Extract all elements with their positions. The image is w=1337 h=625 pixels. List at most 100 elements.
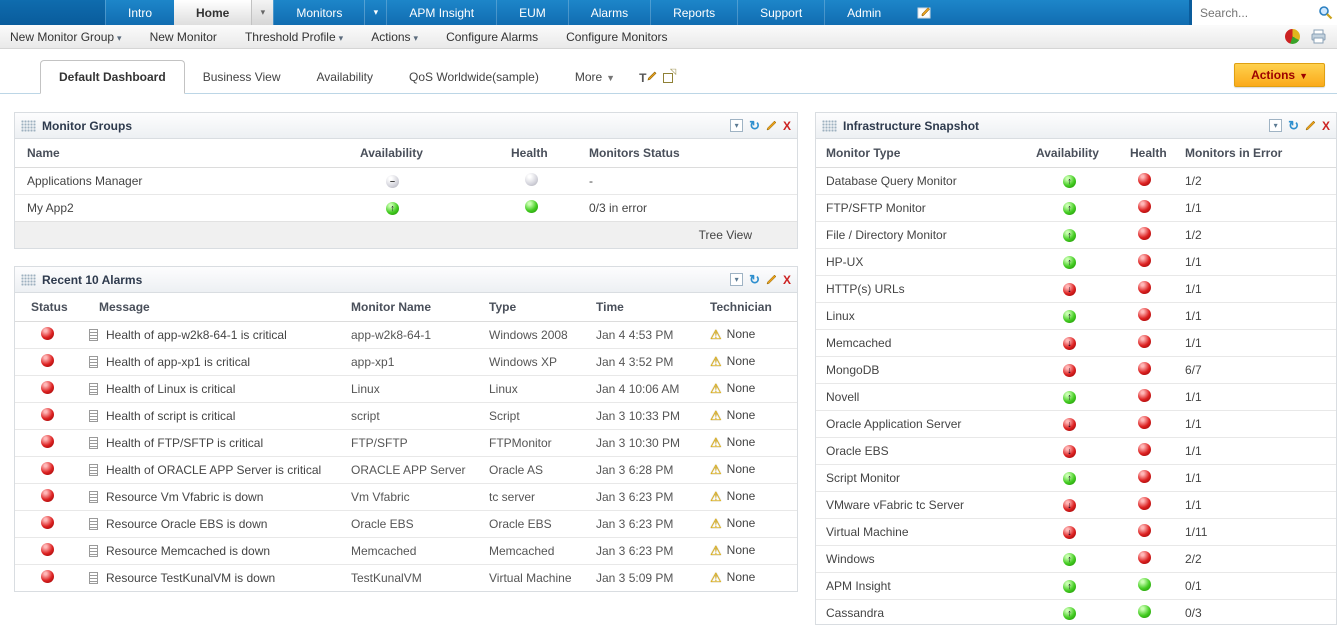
alarm-monitor-name[interactable]: Linux xyxy=(347,375,485,402)
alarm-message-link[interactable]: Health of FTP/SFTP is critical xyxy=(106,436,263,450)
refresh-icon[interactable]: ↻ xyxy=(749,273,760,286)
alarm-row[interactable]: Resource TestKunalVM is downTestKunalVMV… xyxy=(15,564,797,591)
nav-item-eum[interactable]: EUM xyxy=(496,0,568,25)
printer-icon[interactable] xyxy=(1310,29,1327,44)
alarm-monitor-name[interactable]: TestKunalVM xyxy=(347,564,485,591)
nav-item-alarms[interactable]: Alarms xyxy=(568,0,650,25)
nav-item-home[interactable]: Home xyxy=(174,0,251,25)
alarm-message-link[interactable]: Resource TestKunalVM is down xyxy=(106,571,275,585)
monitors-in-error-cell[interactable]: 1/1 xyxy=(1181,248,1336,275)
infrastructure-row[interactable]: Oracle EBS↓1/1 xyxy=(816,437,1336,464)
alarm-monitor-name[interactable]: script xyxy=(347,402,485,429)
popout-dashboard-icon[interactable] xyxy=(663,73,673,83)
nav-item-apm-insight[interactable]: APM Insight xyxy=(386,0,496,25)
technician-value[interactable]: None xyxy=(727,327,756,341)
alarm-message-link[interactable]: Resource Oracle EBS is down xyxy=(106,517,267,531)
tab-availability[interactable]: Availability xyxy=(299,62,391,92)
alarm-row[interactable]: Health of app-w2k8-64-1 is criticalapp-w… xyxy=(15,321,797,348)
alarm-monitor-name[interactable]: Memcached xyxy=(347,537,485,564)
monitor-type-name[interactable]: Oracle EBS xyxy=(816,437,1026,464)
close-icon[interactable]: X xyxy=(783,119,791,133)
nav-item-support[interactable]: Support xyxy=(737,0,824,25)
alarm-row[interactable]: Health of app-xp1 is criticalapp-xp1Wind… xyxy=(15,348,797,375)
collapse-icon[interactable]: ▾ xyxy=(1269,119,1282,132)
edit-icon[interactable] xyxy=(766,120,777,131)
monitor-group-name[interactable]: Applications Manager xyxy=(15,167,346,194)
nav-item-intro[interactable]: Intro xyxy=(105,0,174,25)
edit-dashboard-icon[interactable]: T xyxy=(639,71,655,84)
monitor-type-name[interactable]: Script Monitor xyxy=(816,464,1026,491)
infrastructure-row[interactable]: Memcached↓1/1 xyxy=(816,329,1336,356)
nav-item-admin[interactable]: Admin xyxy=(824,0,903,25)
document-icon[interactable] xyxy=(89,329,98,341)
edit-icon[interactable] xyxy=(766,274,777,285)
infrastructure-row[interactable]: File / Directory Monitor↑1/2 xyxy=(816,221,1336,248)
technician-value[interactable]: None xyxy=(727,462,756,476)
search-icon[interactable] xyxy=(1318,5,1333,20)
alarm-message-link[interactable]: Health of script is critical xyxy=(106,409,235,423)
alarm-message-link[interactable]: Health of app-xp1 is critical xyxy=(106,355,250,369)
tree-view-link[interactable]: Tree View xyxy=(699,228,752,242)
document-icon[interactable] xyxy=(89,383,98,395)
document-icon[interactable] xyxy=(89,491,98,503)
technician-value[interactable]: None xyxy=(727,570,756,584)
monitor-group-row[interactable]: Applications Manager–- xyxy=(15,167,797,194)
monitors-in-error-cell[interactable]: 1/2 xyxy=(1181,221,1336,248)
monitors-in-error-cell[interactable]: 1/1 xyxy=(1181,275,1336,302)
monitors-in-error-cell[interactable]: 0/3 xyxy=(1181,599,1336,625)
drag-handle-icon[interactable] xyxy=(21,120,36,132)
alarm-monitor-name[interactable]: Vm Vfabric xyxy=(347,483,485,510)
nav-dropdown-monitors[interactable]: ▾ xyxy=(364,0,386,25)
actions-button[interactable]: Actions▼ xyxy=(1234,63,1325,87)
alarm-monitor-name[interactable]: app-w2k8-64-1 xyxy=(347,321,485,348)
toolbar-item-configure-monitors[interactable]: Configure Monitors xyxy=(566,30,667,44)
monitor-type-name[interactable]: MongoDB xyxy=(816,356,1026,383)
monitor-type-name[interactable]: Oracle Application Server xyxy=(816,410,1026,437)
drag-handle-icon[interactable] xyxy=(21,274,36,286)
alarm-monitor-name[interactable]: FTP/SFTP xyxy=(347,429,485,456)
monitor-type-name[interactable]: HTTP(s) URLs xyxy=(816,275,1026,302)
monitor-type-name[interactable]: VMware vFabric tc Server xyxy=(816,491,1026,518)
monitor-type-name[interactable]: File / Directory Monitor xyxy=(816,221,1026,248)
monitor-type-name[interactable]: Linux xyxy=(816,302,1026,329)
collapse-icon[interactable]: ▾ xyxy=(730,119,743,132)
document-icon[interactable] xyxy=(89,464,98,476)
monitor-type-name[interactable]: Novell xyxy=(816,383,1026,410)
toolbar-item-configure-alarms[interactable]: Configure Alarms xyxy=(446,30,538,44)
monitor-type-name[interactable]: Windows xyxy=(816,545,1026,572)
alarm-row[interactable]: Resource Vm Vfabric is downVm Vfabrictc … xyxy=(15,483,797,510)
technician-value[interactable]: None xyxy=(727,408,756,422)
compose-icon[interactable] xyxy=(903,0,946,25)
infrastructure-row[interactable]: Cassandra↑0/3 xyxy=(816,599,1336,625)
document-icon[interactable] xyxy=(89,572,98,584)
nav-item-reports[interactable]: Reports xyxy=(650,0,737,25)
technician-value[interactable]: None xyxy=(727,381,756,395)
monitors-in-error-cell[interactable]: 1/1 xyxy=(1181,464,1336,491)
alarm-message-link[interactable]: Health of ORACLE APP Server is critical xyxy=(106,463,321,477)
monitor-type-name[interactable]: Database Query Monitor xyxy=(816,167,1026,194)
tab-more[interactable]: More▼ xyxy=(557,62,633,92)
toolbar-item-threshold-profile[interactable]: Threshold Profile▾ xyxy=(245,30,343,44)
collapse-icon[interactable]: ▾ xyxy=(730,273,743,286)
alarm-row[interactable]: Resource Memcached is downMemcachedMemca… xyxy=(15,537,797,564)
refresh-icon[interactable]: ↻ xyxy=(749,119,760,132)
infrastructure-row[interactable]: Oracle Application Server↓1/1 xyxy=(816,410,1336,437)
infrastructure-row[interactable]: APM Insight↑0/1 xyxy=(816,572,1336,599)
pie-chart-icon[interactable] xyxy=(1285,29,1300,44)
alarm-row[interactable]: Resource Oracle EBS is downOracle EBSOra… xyxy=(15,510,797,537)
monitor-type-name[interactable]: Virtual Machine xyxy=(816,518,1026,545)
infrastructure-row[interactable]: FTP/SFTP Monitor↑1/1 xyxy=(816,194,1336,221)
infrastructure-row[interactable]: Windows↑2/2 xyxy=(816,545,1336,572)
monitor-group-row[interactable]: My App2↑0/3 in error xyxy=(15,194,797,221)
monitors-in-error-cell[interactable]: 1/1 xyxy=(1181,410,1336,437)
alarm-message-link[interactable]: Health of Linux is critical xyxy=(106,382,235,396)
infrastructure-row[interactable]: HTTP(s) URLs↓1/1 xyxy=(816,275,1336,302)
monitor-type-name[interactable]: Cassandra xyxy=(816,599,1026,625)
drag-handle-icon[interactable] xyxy=(822,120,837,132)
technician-value[interactable]: None xyxy=(727,516,756,530)
monitor-type-name[interactable]: Memcached xyxy=(816,329,1026,356)
close-icon[interactable]: X xyxy=(1322,119,1330,133)
toolbar-item-new-monitor-group[interactable]: New Monitor Group▾ xyxy=(10,30,122,44)
infrastructure-row[interactable]: MongoDB↓6/7 xyxy=(816,356,1336,383)
monitors-in-error-cell[interactable]: 1/1 xyxy=(1181,491,1336,518)
